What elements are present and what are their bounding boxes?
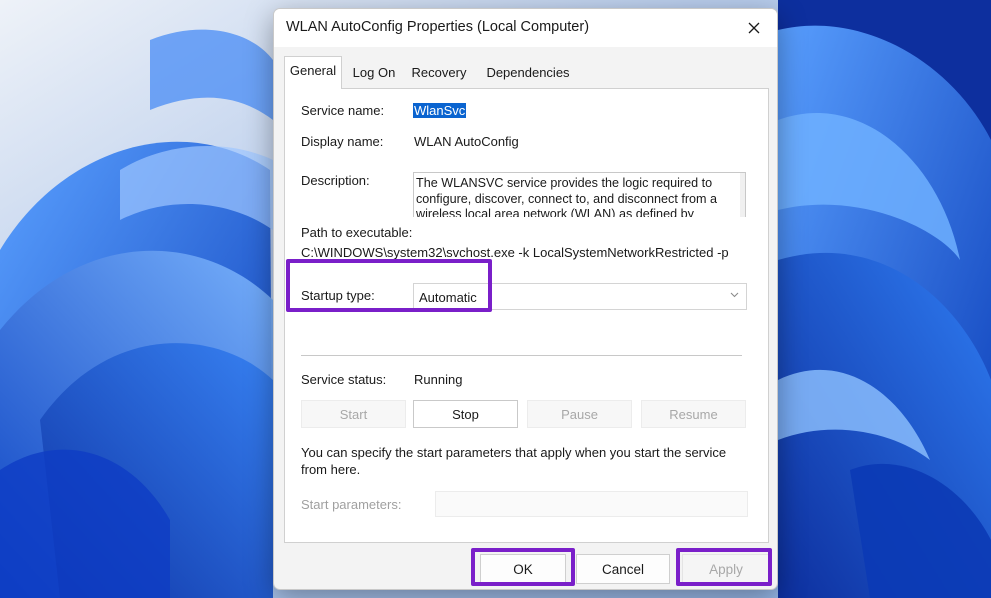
startup-type-label: Startup type: <box>301 288 375 303</box>
apply-button[interactable]: Apply <box>682 554 770 584</box>
tab-dependencies[interactable]: Dependencies <box>476 60 580 87</box>
display-name-label: Display name: <box>301 134 384 149</box>
tab-general[interactable]: General <box>284 56 342 89</box>
resume-button[interactable]: Resume <box>641 400 746 428</box>
start-parameters-input[interactable] <box>435 491 748 517</box>
start-parameters-label: Start parameters: <box>301 497 402 512</box>
service-name-label: Service name: <box>301 103 385 118</box>
general-tab-panel: Service name: WlanSvc Display name: WLAN… <box>284 88 769 543</box>
path-label: Path to executable: <box>301 225 413 240</box>
service-name-selected-text: WlanSvc <box>413 103 467 118</box>
description-scrollbar[interactable] <box>740 173 745 217</box>
tab-log-on[interactable]: Log On <box>344 60 404 87</box>
start-params-note: You can specify the start parameters tha… <box>301 445 727 477</box>
tab-strip: General Log On Recovery Dependencies <box>284 54 769 89</box>
tab-recovery[interactable]: Recovery <box>406 60 472 87</box>
ok-button[interactable]: OK <box>480 554 566 584</box>
window-title: WLAN AutoConfig Properties (Local Comput… <box>286 19 590 35</box>
description-text: The WLANSVC service provides the logic r… <box>416 176 718 217</box>
description-textbox[interactable]: The WLANSVC service provides the logic r… <box>413 172 746 217</box>
startup-type-dropdown[interactable]: Automatic <box>413 283 747 310</box>
cancel-button[interactable]: Cancel <box>576 554 670 584</box>
title-bar[interactable]: WLAN AutoConfig Properties (Local Comput… <box>274 9 777 47</box>
path-value[interactable]: C:\WINDOWS\system32\svchost.exe -k Local… <box>301 245 729 260</box>
chevron-down-icon <box>730 292 739 298</box>
pause-button[interactable]: Pause <box>527 400 632 428</box>
display-name-value[interactable]: WLAN AutoConfig <box>414 134 519 149</box>
service-status-value: Running <box>414 372 463 387</box>
service-name-value[interactable]: WlanSvc <box>413 103 467 118</box>
service-properties-dialog: WLAN AutoConfig Properties (Local Comput… <box>273 8 778 590</box>
close-icon <box>748 22 760 34</box>
section-divider <box>301 355 742 356</box>
start-button[interactable]: Start <box>301 400 406 428</box>
service-status-label: Service status: <box>301 372 387 387</box>
stop-button[interactable]: Stop <box>413 400 518 428</box>
description-label: Description: <box>301 173 370 188</box>
close-button[interactable] <box>731 9 777 47</box>
startup-type-selected: Automatic <box>419 290 477 305</box>
